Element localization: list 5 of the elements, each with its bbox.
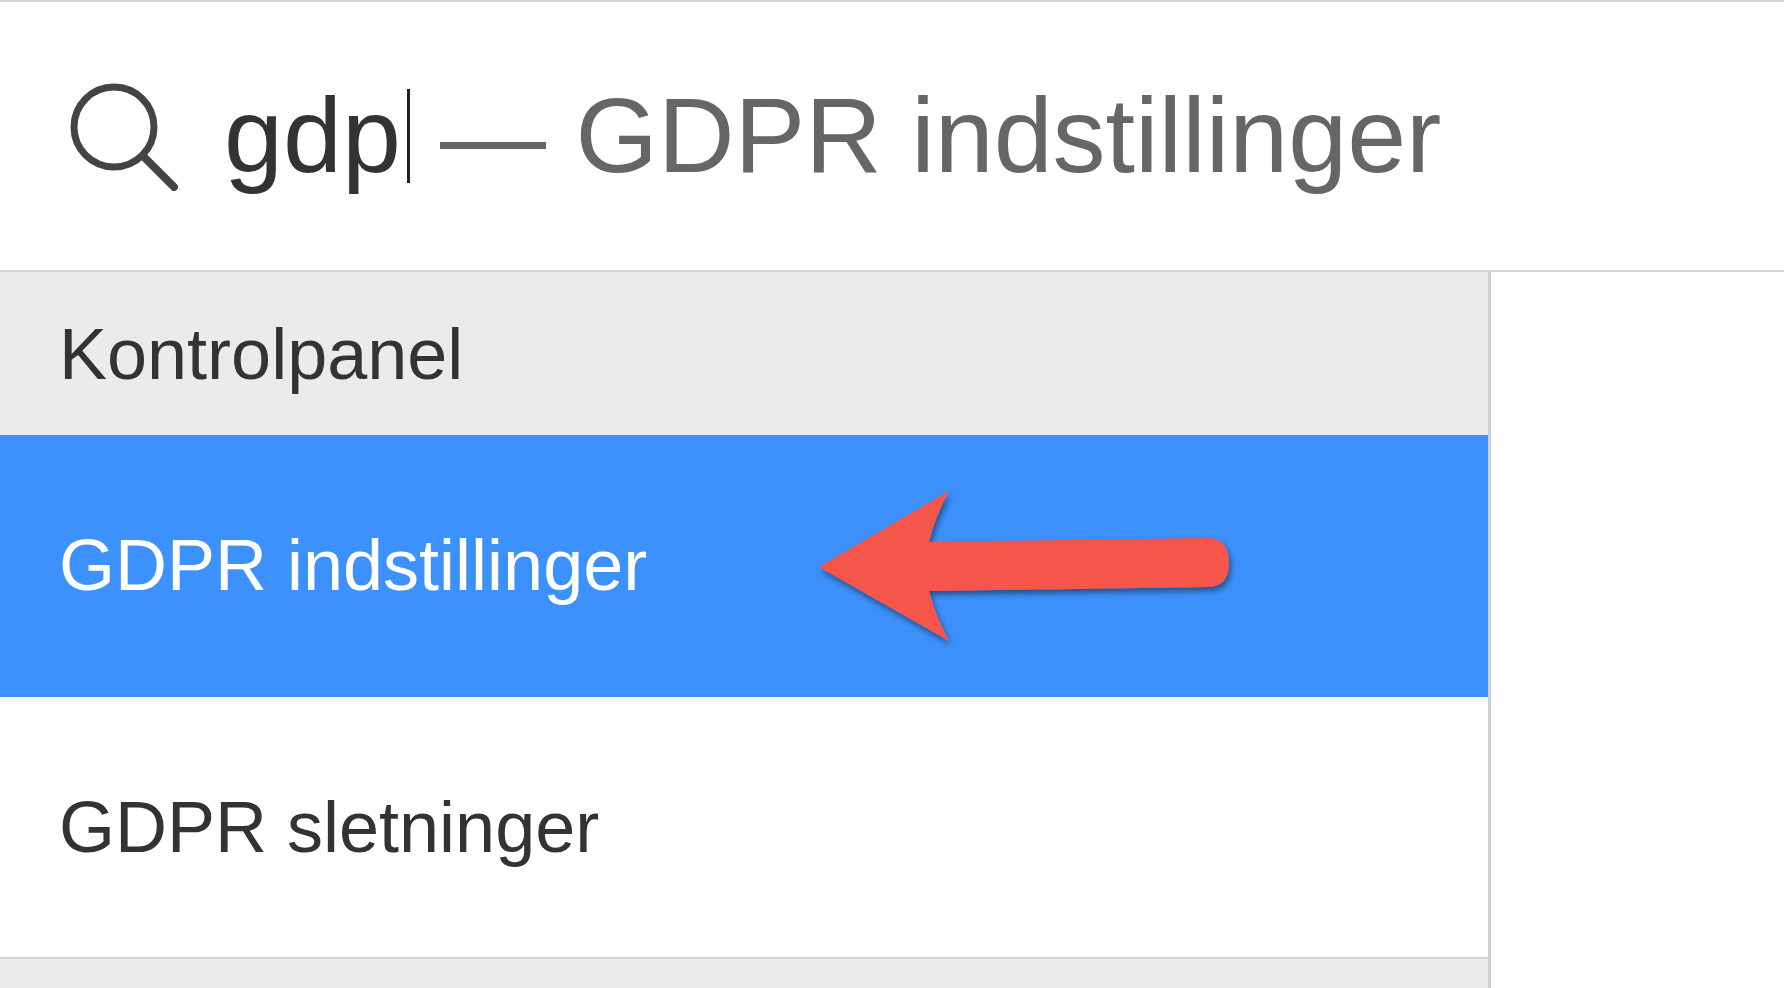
section-header: Kontrolpanel (0, 272, 1488, 435)
search-icon (68, 81, 178, 191)
autocomplete-suggestion: — GDPR indstillinger (440, 75, 1442, 197)
search-input[interactable]: gdp (224, 72, 403, 200)
text-cursor-icon (407, 89, 410, 183)
